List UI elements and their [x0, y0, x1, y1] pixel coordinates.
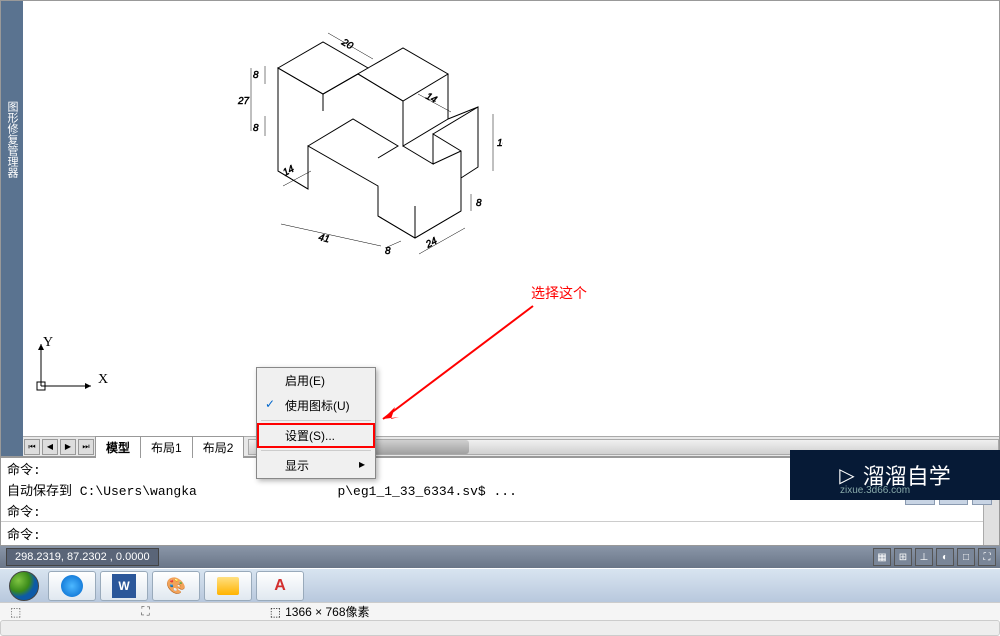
taskbar-word[interactable]: W	[100, 571, 148, 601]
menu-divider	[261, 450, 371, 451]
svg-text:41: 41	[317, 232, 330, 245]
status-snap-icon[interactable]: ▦	[873, 548, 891, 566]
taskbar-browser[interactable]	[48, 571, 96, 601]
tab-layout1[interactable]: 布局1	[140, 436, 193, 458]
annotation-text: 选择这个	[531, 283, 587, 303]
viewer-scrollbar[interactable]	[0, 620, 1000, 636]
tab-layout2[interactable]: 布局2	[192, 436, 245, 458]
status-bar: 298.2319, 87.2302 , 0.0000 ▦ ⊞ ⊥ ◐ □ ⛶	[0, 546, 1000, 568]
svg-text:8: 8	[253, 123, 259, 134]
tab-nav-prev[interactable]: ◀	[42, 439, 58, 455]
svg-text:8: 8	[476, 198, 482, 209]
context-menu: 启用(E) ✓ 使用图标(U) 设置(S)... 显示 ▸	[256, 367, 376, 479]
fit-icon[interactable]: ⬚	[10, 605, 21, 619]
watermark-url: zixue.3d66.com	[840, 485, 910, 496]
tab-nav-next[interactable]: ▶	[60, 439, 76, 455]
browser-icon	[61, 575, 83, 597]
windows-logo-icon	[9, 571, 39, 601]
left-sidebar: 图形修复管理器	[1, 1, 23, 456]
play-icon: ▷	[839, 463, 854, 488]
tab-nav-first[interactable]: ⏮	[24, 439, 40, 455]
word-icon: W	[112, 574, 136, 598]
taskbar-paint[interactable]: 🎨	[152, 571, 200, 601]
svg-text:16: 16	[497, 138, 503, 149]
svg-text:14: 14	[281, 164, 296, 179]
taskbar-explorer[interactable]	[204, 571, 252, 601]
watermark: ▷ 溜溜自学 zixue.3d66.com	[790, 450, 1000, 500]
check-icon: ✓	[265, 397, 275, 411]
tab-model[interactable]: 模型	[95, 436, 141, 458]
status-grid-icon[interactable]: ⊞	[894, 548, 912, 566]
start-button[interactable]	[2, 571, 46, 601]
taskbar-autocad[interactable]: A	[256, 571, 304, 601]
status-osnap-icon[interactable]: □	[957, 548, 975, 566]
autocad-icon: A	[268, 574, 292, 598]
status-ortho-icon[interactable]: ⊥	[915, 548, 933, 566]
image-dimensions: ⬚1366 × 768像素	[270, 603, 370, 620]
crop-icon[interactable]: ⛶	[141, 604, 149, 619]
svg-text:14: 14	[424, 91, 439, 106]
paint-icon: 🎨	[164, 574, 188, 598]
isometric-drawing: 20 8 27 8 14 41 8	[203, 16, 503, 276]
svg-text:8: 8	[385, 246, 391, 257]
ucs-icon	[31, 336, 101, 396]
drawing-canvas[interactable]: 20 8 27 8 14 41 8	[23, 1, 999, 456]
status-polar-icon[interactable]: ◐	[936, 548, 954, 566]
svg-text:20: 20	[339, 37, 355, 53]
status-expand-icon[interactable]: ⛶	[978, 548, 996, 566]
command-input[interactable]: 命令:	[1, 522, 983, 545]
command-history: 命令:	[1, 500, 983, 521]
annotation-arrow	[373, 301, 553, 431]
coordinate-display: 298.2319, 87.2302 , 0.0000	[6, 548, 159, 566]
svg-text:24: 24	[423, 236, 439, 252]
menu-settings[interactable]: 设置(S)...	[257, 423, 375, 448]
menu-enable[interactable]: 启用(E)	[257, 368, 375, 393]
svg-text:27: 27	[237, 96, 250, 107]
tab-nav-last[interactable]: ⏭	[78, 439, 94, 455]
viewer-status-bar: ⬚ ⛶ ⬚1366 × 768像素	[0, 602, 1000, 620]
menu-display[interactable]: 显示 ▸	[257, 453, 375, 478]
windows-taskbar: W 🎨 A	[0, 568, 1000, 602]
folder-icon	[217, 577, 239, 595]
menu-use-icon[interactable]: ✓ 使用图标(U)	[257, 393, 375, 418]
sidebar-label: 图形修复管理器	[4, 101, 20, 178]
submenu-arrow-icon: ▸	[359, 457, 365, 471]
menu-divider	[261, 420, 371, 421]
svg-text:8: 8	[253, 70, 259, 81]
